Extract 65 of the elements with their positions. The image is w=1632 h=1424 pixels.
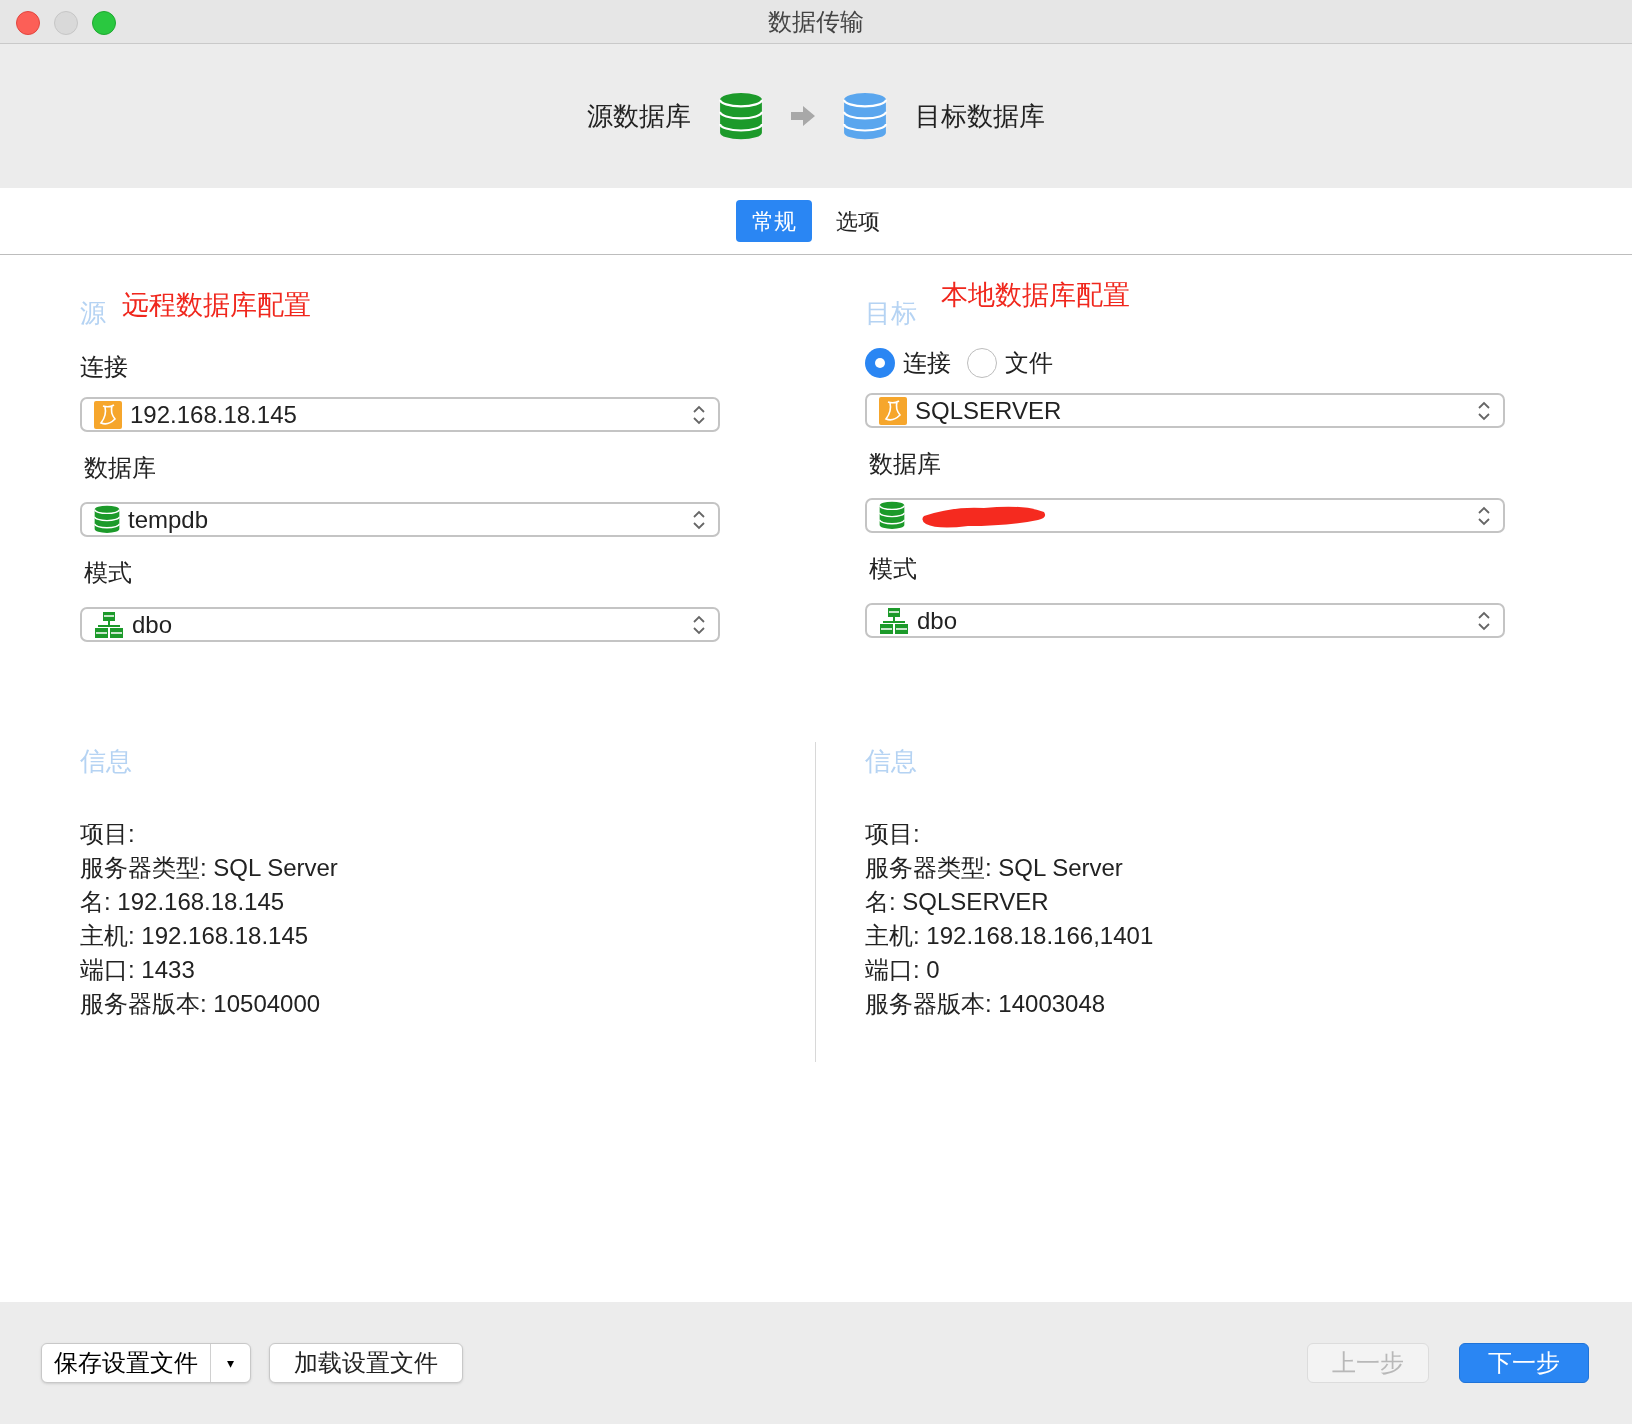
annotation-text: 本地数据库配置 [941, 278, 1130, 312]
info-line: 项目: [865, 819, 921, 849]
section-heading: 目标 [865, 297, 917, 330]
select-field[interactable]: dbo [865, 603, 1505, 638]
database-icon [719, 91, 763, 141]
stepper-icon [1477, 609, 1491, 632]
target-label: 目标数据库 [915, 99, 1045, 133]
select-field[interactable]: tempdb [80, 502, 720, 537]
info-line: 服务器版本: 14003048 [865, 989, 1107, 1019]
arrow-icon [791, 106, 815, 126]
section-heading: 信息 [865, 745, 918, 778]
radio-button[interactable] [865, 348, 895, 378]
zoom-button[interactable] [92, 11, 116, 35]
footer-button[interactable]: 加载设置文件 [269, 1343, 463, 1383]
select-field[interactable]: dbo [80, 607, 720, 642]
split-button[interactable]: 保存设置文件 ▾ [41, 1343, 251, 1383]
schema-icon [94, 610, 124, 639]
select-value: tempdb [128, 504, 209, 535]
annotation-text: 远程数据库配置 [122, 288, 311, 322]
field-label: 连接 [80, 352, 129, 382]
info-line: 服务器类型: SQL Server [80, 853, 339, 883]
next-button[interactable]: 下一步 [1459, 1343, 1589, 1383]
field-label: 数据库 [84, 453, 157, 483]
close-button[interactable] [16, 11, 40, 35]
select-value: dbo [132, 609, 173, 640]
server-icon [879, 396, 907, 425]
info-line: 端口: 1433 [80, 955, 196, 985]
info-line: 服务器类型: SQL Server [865, 853, 1124, 883]
info-line: 端口: 0 [865, 955, 941, 985]
radio-label: 文件 [1005, 348, 1053, 378]
info-line: 服务器版本: 10504000 [80, 989, 322, 1019]
field-label: 数据库 [869, 449, 942, 479]
field-label: 模式 [869, 554, 918, 584]
stepper-icon [692, 613, 706, 636]
select-field[interactable]: 192.168.18.145 [80, 397, 720, 432]
info-line: 主机: 192.168.18.145 [80, 921, 310, 951]
tab[interactable]: 常规 [736, 200, 812, 242]
section-heading: 信息 [80, 745, 133, 778]
info-line: 名: 192.168.18.145 [80, 887, 286, 917]
stepper-icon [1477, 399, 1491, 422]
select-value: 192.168.18.145 [130, 399, 297, 430]
info-line: 名: SQLSERVER [865, 887, 1050, 917]
select-field[interactable] [865, 498, 1505, 533]
database-icon [879, 501, 905, 530]
info-line: 项目: [80, 819, 136, 849]
dropdown-arrow[interactable]: ▾ [211, 1352, 250, 1374]
select-value: dbo [917, 605, 958, 636]
section-heading: 源 [80, 297, 106, 330]
field-label: 模式 [84, 558, 133, 588]
stepper-icon [1477, 504, 1491, 527]
source-label: 源数据库 [587, 99, 691, 133]
select-value: SQLSERVER [915, 395, 1062, 426]
server-icon [94, 400, 122, 429]
window-title: 数据传输 [768, 6, 864, 37]
radio-label: 连接 [903, 348, 951, 378]
database-icon [843, 91, 887, 141]
save-button[interactable]: 保存设置文件 [42, 1345, 210, 1381]
stepper-icon [692, 403, 706, 426]
schema-icon [879, 606, 909, 635]
select-field[interactable]: SQLSERVER [865, 393, 1505, 428]
info-line: 主机: 192.168.18.166,1401 [865, 921, 1154, 951]
stepper-icon [692, 508, 706, 531]
database-icon [94, 505, 120, 534]
radio-button[interactable] [967, 348, 997, 378]
tab[interactable]: 选项 [820, 200, 896, 242]
